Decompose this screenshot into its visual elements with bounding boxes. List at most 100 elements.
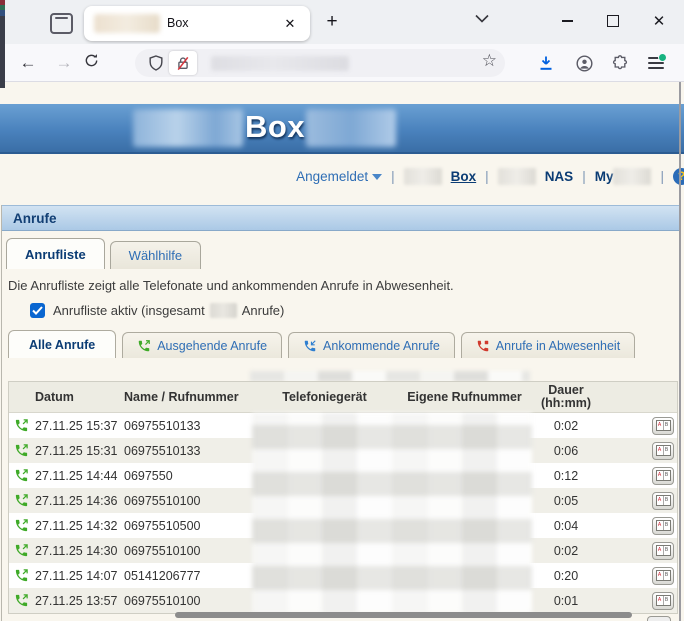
phonebook-add-button[interactable]: AB	[652, 542, 674, 560]
nav-link-nas[interactable]: NAS	[545, 169, 574, 184]
nav-link-box[interactable]: Box	[451, 169, 477, 184]
call-date: 27.11.25 14:36	[35, 494, 124, 508]
tab-waehlhilfe[interactable]: Wählhilfe	[110, 241, 201, 269]
nav-separator: |	[660, 169, 664, 184]
tab-anrufliste[interactable]: Anrufliste	[6, 238, 105, 269]
main-tab-bar: Anrufliste Wählhilfe	[6, 238, 201, 269]
table-body: 27.11.25 15:37 06975510133 0:02 AB 27.11…	[9, 413, 677, 613]
browser-tab[interactable]: Box ✕	[84, 6, 310, 41]
tracking-shield-icon[interactable]	[149, 55, 163, 71]
top-navigation: Angemeldet | Box | NAS | My | ?	[296, 164, 682, 188]
menu-hamburger-icon[interactable]	[648, 51, 664, 75]
phonebook-icon: AB	[656, 595, 671, 606]
call-date: 27.11.25 15:37	[35, 419, 124, 433]
col-eigene-rufnummer: Eigene Rufnummer	[397, 390, 532, 404]
tab-close-icon[interactable]: ✕	[280, 14, 300, 34]
notification-dot	[658, 53, 667, 62]
call-duration: 0:05	[532, 494, 600, 508]
call-duration: 0:04	[532, 519, 600, 533]
filter-tab-ausgehend[interactable]: Ausgehende Anrufe	[122, 332, 282, 358]
list-tabs-chevron-icon[interactable]	[475, 14, 489, 23]
bookmark-star-icon[interactable]: ☆	[482, 51, 497, 71]
call-duration: 0:06	[532, 444, 600, 458]
maximize-button[interactable]	[598, 8, 628, 34]
browser-window: Box ✕ + ✕ ← → ☆	[0, 0, 684, 621]
call-date: 27.11.25 13:57	[35, 594, 124, 608]
call-number: 0697550	[124, 469, 252, 483]
col-telefoniegeraet: Telefoniegerät	[252, 390, 397, 404]
description-text: Die Anrufliste zeigt alle Telefonate und…	[8, 278, 454, 293]
filter-tab-ankommend[interactable]: Ankommende Anrufe	[288, 332, 455, 358]
outgoing-call-icon	[14, 518, 29, 533]
redacted-tab-title	[94, 14, 160, 33]
downloads-icon[interactable]	[538, 51, 554, 75]
content-left-border	[1, 205, 2, 621]
back-button[interactable]: ←	[14, 51, 42, 75]
table-header: Datum Name / Rufnummer Telefoniegerät Ei…	[9, 382, 677, 413]
new-tab-button[interactable]: +	[320, 10, 344, 34]
filter-tab-alle[interactable]: Alle Anrufe	[8, 330, 116, 358]
redacted-brand	[404, 168, 442, 185]
banner-logo-text: Box	[245, 109, 305, 145]
phonebook-icon: AB	[656, 545, 671, 556]
call-number: 05141206777	[124, 569, 252, 583]
vertical-scrollbar[interactable]	[679, 82, 681, 621]
page-title: Anrufe	[2, 205, 680, 231]
call-date: 27.11.25 14:32	[35, 519, 124, 533]
missed-call-icon	[476, 339, 490, 353]
window-close-button[interactable]: ✕	[644, 8, 674, 34]
call-date: 27.11.25 14:07	[35, 569, 124, 583]
phonebook-add-button[interactable]: AB	[652, 417, 674, 435]
phonebook-add-button[interactable]: AB	[652, 467, 674, 485]
table-row: 27.11.25 13:57 06975510100 0:01 AB	[9, 588, 677, 613]
outgoing-call-icon	[14, 543, 29, 558]
extensions-puzzle-icon[interactable]	[612, 51, 628, 75]
insecure-lock-icon[interactable]	[169, 51, 197, 75]
tab-title: Box	[167, 6, 189, 41]
checkbox-label: Anrufliste aktiv (insgesamtAnrufe)	[53, 303, 284, 318]
call-date: 27.11.25 15:31	[35, 444, 124, 458]
call-date: 27.11.25 14:44	[35, 469, 124, 483]
reload-button[interactable]	[84, 53, 112, 77]
firefox-view-icon[interactable]	[50, 13, 73, 34]
outgoing-call-icon	[14, 568, 29, 583]
incoming-call-icon	[303, 339, 317, 353]
table-row: 27.11.25 14:44 0697550 0:12 AB	[9, 463, 677, 488]
call-list-table: Datum Name / Rufnummer Telefoniegerät Ei…	[8, 381, 678, 614]
redacted-logo-left	[133, 109, 243, 147]
call-number: 06975510133	[124, 444, 252, 458]
page-content: Box Angemeldet | Box | NAS | My | ? Anru…	[0, 82, 684, 621]
phonebook-add-button[interactable]: AB	[652, 567, 674, 585]
redacted-url	[211, 56, 349, 71]
anrufliste-aktiv-checkbox[interactable]	[30, 303, 45, 318]
table-row: 27.11.25 15:37 06975510133 0:02 AB	[9, 413, 677, 438]
phonebook-add-button[interactable]: AB	[652, 492, 674, 510]
col-datum: Datum	[35, 390, 124, 404]
horizontal-scrollbar-thumb[interactable]	[175, 612, 632, 618]
nav-link-my[interactable]: My	[595, 169, 614, 184]
browser-toolbar: ← → ☆	[0, 44, 684, 82]
phonebook-icon: AB	[656, 520, 671, 531]
nav-separator: |	[582, 169, 586, 184]
phonebook-add-button[interactable]: AB	[652, 442, 674, 460]
call-date: 27.11.25 14:30	[35, 544, 124, 558]
call-number: 06975510133	[124, 419, 252, 433]
phonebook-add-button[interactable]: AB	[652, 592, 674, 610]
tab-strip: Box ✕ + ✕	[0, 0, 684, 44]
nav-separator: |	[391, 169, 395, 184]
call-duration: 0:01	[532, 594, 600, 608]
brand-banner: Box	[0, 104, 684, 154]
outgoing-call-icon	[14, 493, 29, 508]
redacted-brand	[613, 168, 651, 185]
phonebook-icon: AB	[656, 445, 671, 456]
url-bar[interactable]: ☆	[135, 49, 505, 77]
account-icon[interactable]	[576, 51, 593, 75]
filter-tab-abwesenheit[interactable]: Anrufe in Abwesenheit	[461, 332, 635, 358]
outgoing-call-icon	[14, 443, 29, 458]
minimize-button[interactable]	[552, 8, 582, 34]
table-row: 27.11.25 14:32 06975510500 0:04 AB	[9, 513, 677, 538]
phonebook-icon: AB	[656, 420, 671, 431]
logged-in-menu[interactable]: Angemeldet	[296, 169, 382, 184]
phonebook-icon: AB	[656, 495, 671, 506]
phonebook-add-button[interactable]: AB	[652, 517, 674, 535]
